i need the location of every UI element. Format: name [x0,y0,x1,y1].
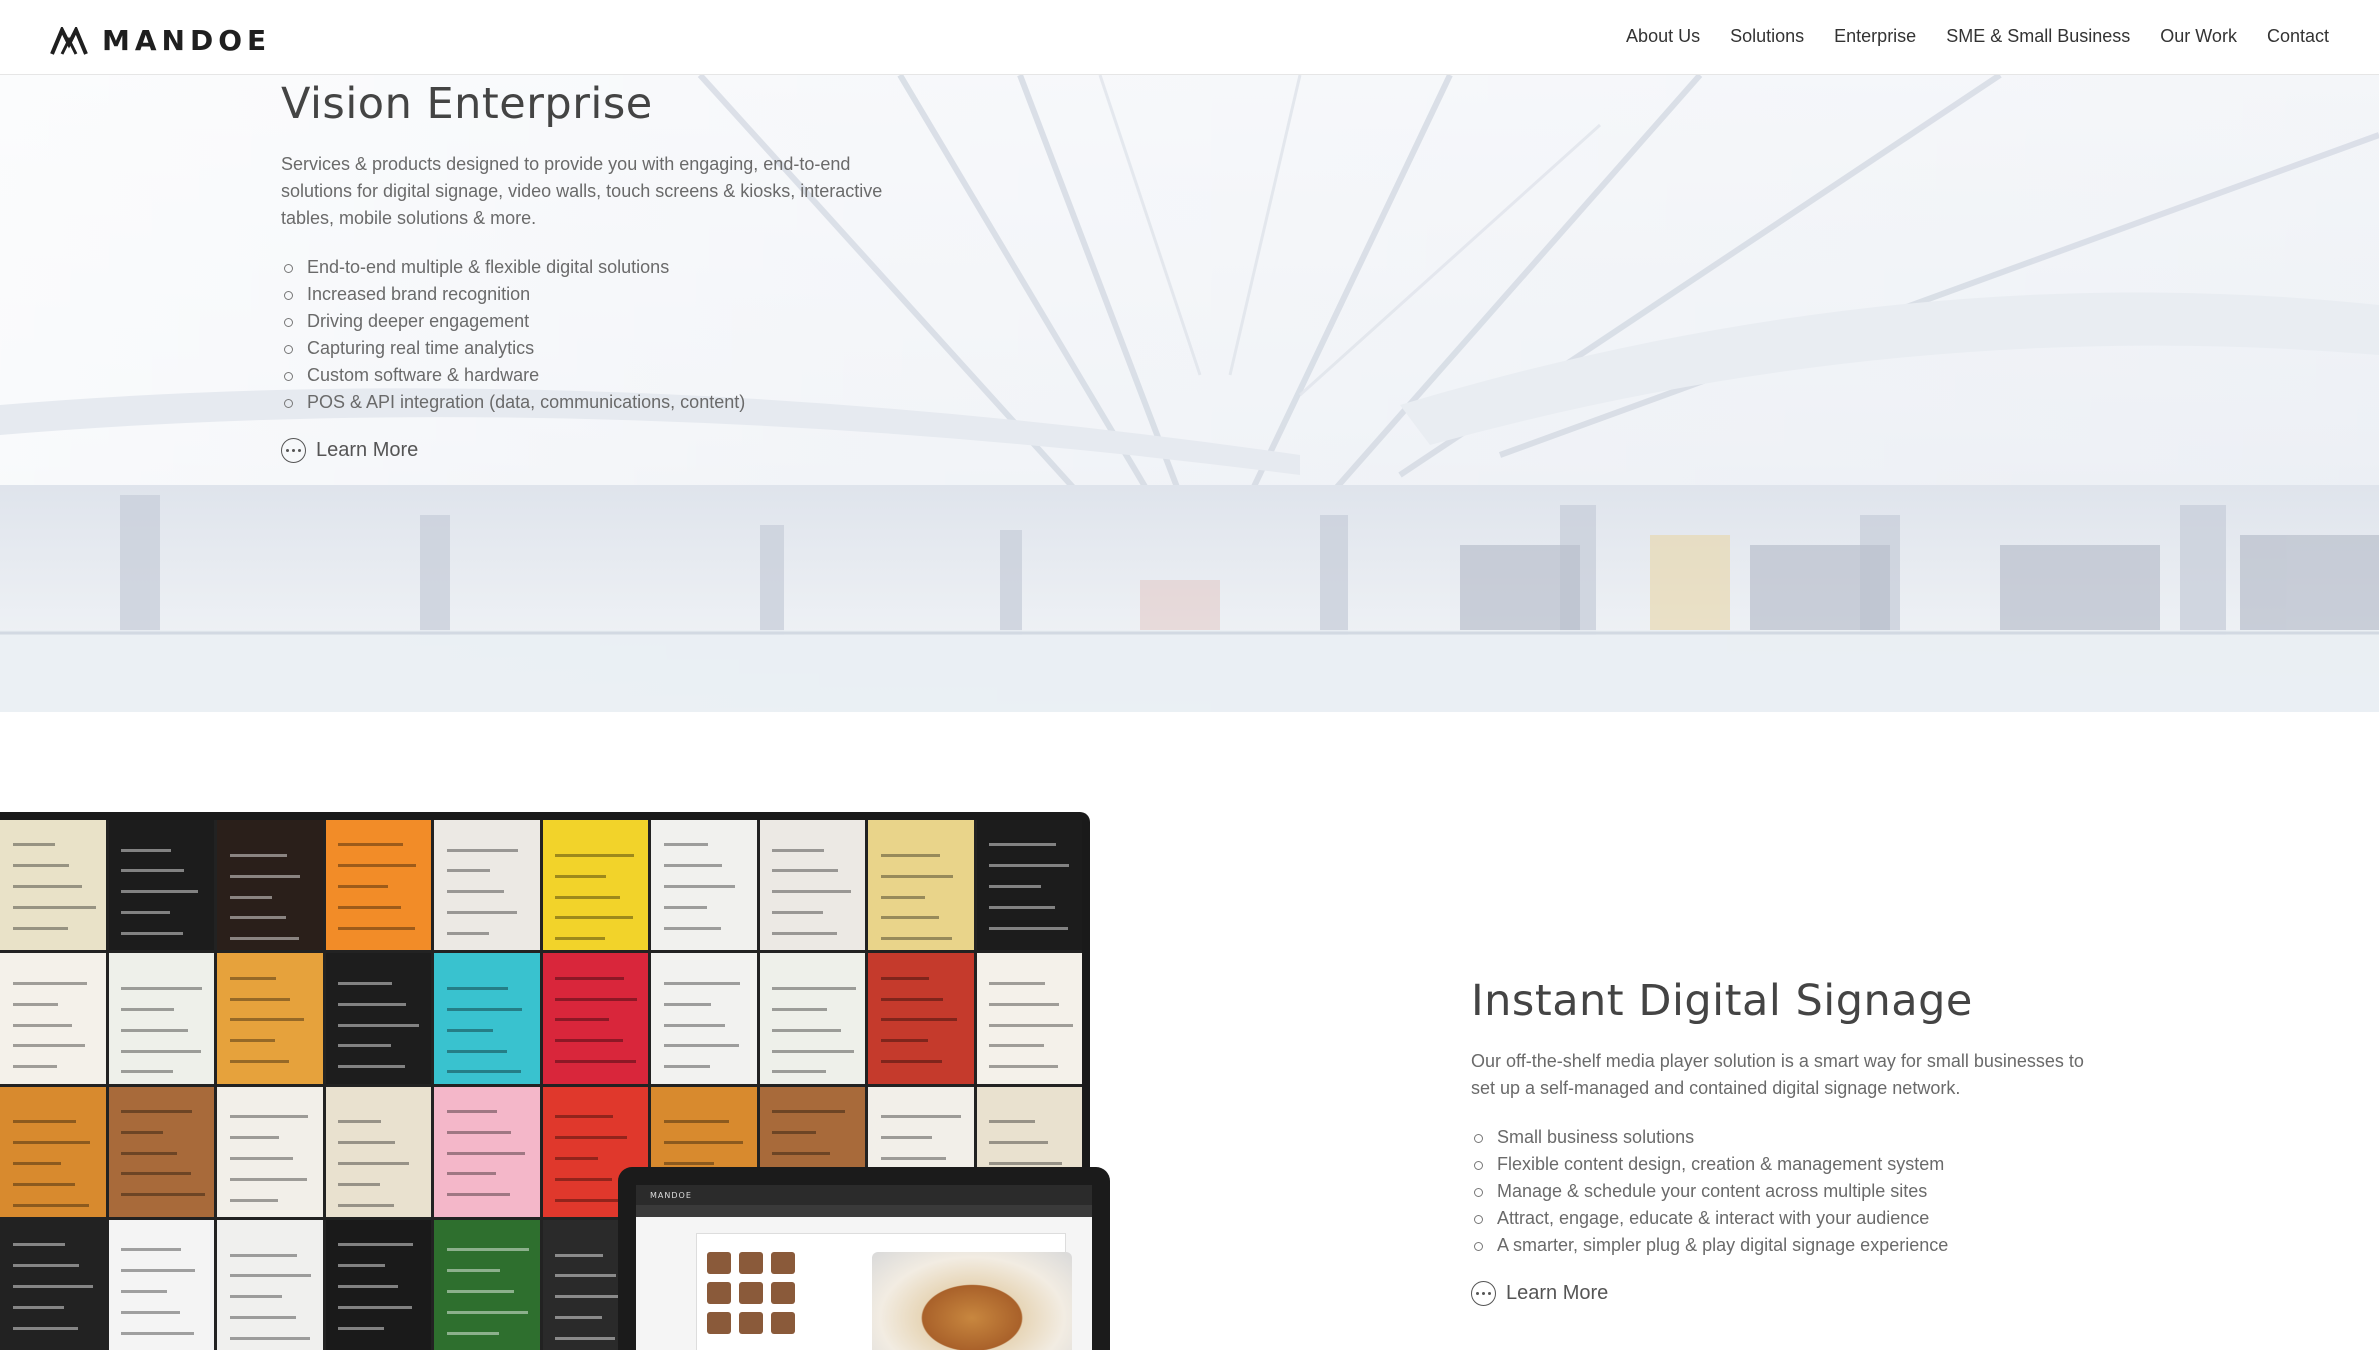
menu-board-tile [976,820,1082,951]
menu-board-tile [759,820,865,951]
menu-board-tile [434,953,540,1084]
menu-board-tile [0,953,106,1084]
list-item: POS & API integration (data, communicati… [281,389,921,416]
menu-board-tile [325,1219,431,1350]
menu-board-tile [108,820,214,951]
menu-board-tile [217,1086,323,1217]
burger-photo [872,1252,1072,1350]
menu-board-tile [542,953,648,1084]
vision-enterprise-section: Vision Enterprise Services & products de… [0,75,2379,712]
logo-text: MANDOE [102,24,272,57]
signage-feature-list: Small business solutions Flexible conten… [1471,1124,2111,1259]
menu-board-tile [108,953,214,1084]
site-header: MANDOE About Us Solutions Enterprise SME… [0,0,2379,75]
more-dots-icon [1471,1281,1496,1306]
menu-board-tile [976,953,1082,1084]
list-item: Custom software & hardware [281,362,921,389]
hero-title: Vision Enterprise [281,79,653,129]
device-mockup-image: MANDOE [0,812,1110,1350]
more-dots-icon [281,438,306,463]
list-item: Capturing real time analytics [281,335,921,362]
menu-board-tile [108,1219,214,1350]
list-item: Flexible content design, creation & mana… [1471,1151,2111,1178]
menu-board-tile [108,1086,214,1217]
hero-feature-list: End-to-end multiple & flexible digital s… [281,254,921,416]
menu-board-tile [434,820,540,951]
signage-content: Instant Digital Signage Our off-the-shel… [1471,976,2111,1306]
menu-board-tile [651,820,757,951]
list-item: End-to-end multiple & flexible digital s… [281,254,921,281]
menu-board-tile [542,820,648,951]
laptop-screen: MANDOE [636,1185,1092,1350]
menu-board-tile [0,820,106,951]
laptop-frame: MANDOE [618,1167,1110,1350]
list-item: Attract, engage, educate & interact with… [1471,1205,2111,1232]
list-item: Driving deeper engagement [281,308,921,335]
menu-board-tile [868,953,974,1084]
learn-more-label: Learn More [316,439,419,461]
list-item: A smarter, simpler plug & play digital s… [1471,1232,2111,1259]
menu-board-tile [217,1219,323,1350]
menu-board-tile [325,820,431,951]
nav-solutions[interactable]: Solutions [1730,26,1804,47]
signage-learn-more-link[interactable]: Learn More [1471,1281,2111,1306]
menu-board-tile [0,1219,106,1350]
menu-board-tile [0,1086,106,1217]
menu-board-tile [759,953,865,1084]
menu-board-tile [651,953,757,1084]
nav-our-work[interactable]: Our Work [2160,26,2237,47]
menu-board-tile [217,953,323,1084]
main-nav: About Us Solutions Enterprise SME & Smal… [1626,26,2329,47]
list-item: Increased brand recognition [281,281,921,308]
signage-description: Our off-the-shelf media player solution … [1471,1051,2084,1098]
mandoe-logo-icon [50,26,88,55]
learn-more-label: Learn More [1506,1282,1609,1304]
signage-title: Instant Digital Signage [1471,976,1973,1026]
menu-board-tile [434,1086,540,1217]
list-item: Manage & schedule your content across mu… [1471,1178,2111,1205]
menu-board-tile [217,820,323,951]
hero-content: Vision Enterprise Services & products de… [281,75,921,463]
nav-contact[interactable]: Contact [2267,26,2329,47]
nav-about-us[interactable]: About Us [1626,26,1700,47]
hero-description: Services & products designed to provide … [281,154,883,228]
laptop-app-panel [696,1233,1072,1350]
nav-enterprise[interactable]: Enterprise [1834,26,1916,47]
menu-board-tile [325,1086,431,1217]
nav-sme-small-business[interactable]: SME & Small Business [1946,26,2130,47]
hero-learn-more-link[interactable]: Learn More [281,438,921,463]
instant-digital-signage-section: MANDOE Instant Digital Signage Our off-t… [0,712,2379,1350]
menu-board-tile [868,820,974,951]
list-item: Small business solutions [1471,1124,2111,1151]
menu-board-tile [325,953,431,1084]
mandoe-logo[interactable]: MANDOE [50,24,271,57]
menu-board-tile [434,1219,540,1350]
laptop-brand: MANDOE [650,1190,692,1200]
